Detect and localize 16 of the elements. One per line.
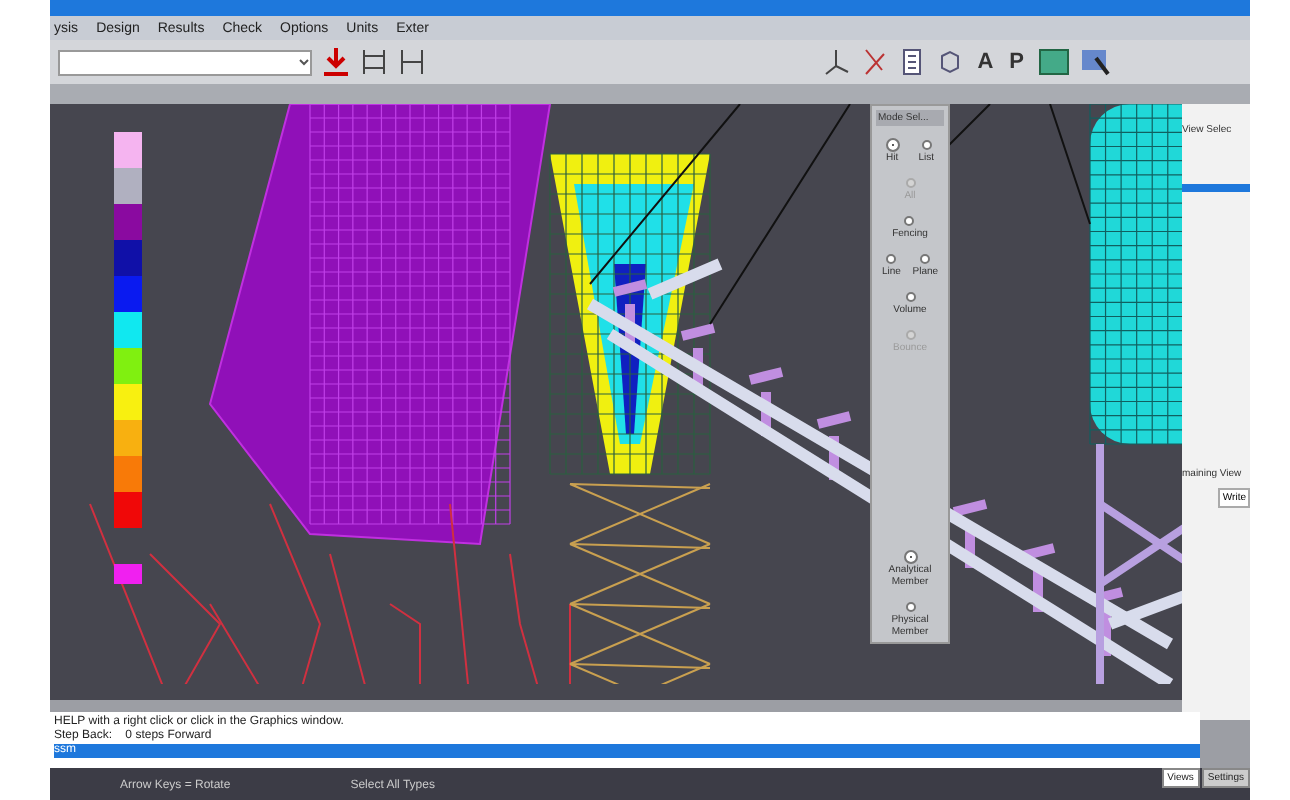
radio-button[interactable] — [905, 292, 915, 302]
toolbar-button[interactable]: A — [973, 48, 998, 76]
radio-button[interactable] — [905, 602, 915, 612]
download-icon[interactable] — [322, 46, 350, 78]
toolbar-button[interactable]: P — [1005, 48, 1028, 76]
radio-button[interactable] — [920, 254, 931, 264]
radio-button[interactable] — [886, 254, 897, 264]
frame-icon[interactable] — [398, 46, 426, 78]
frame-icon[interactable] — [360, 46, 388, 78]
axes-icon[interactable] — [821, 46, 850, 78]
document-icon[interactable] — [897, 46, 926, 78]
radio-button[interactable] — [921, 140, 932, 150]
window-icon[interactable] — [1038, 46, 1070, 78]
radio-button[interactable] — [904, 216, 915, 226]
dropdown-field[interactable] — [58, 49, 312, 75]
caret-icon — [298, 56, 310, 68]
